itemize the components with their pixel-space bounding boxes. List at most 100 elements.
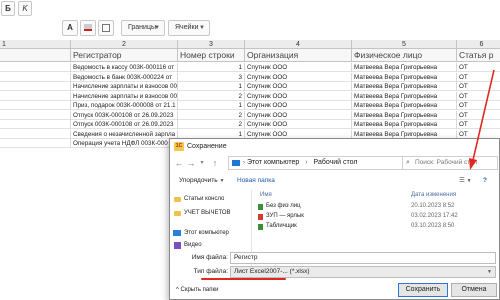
- file-row[interactable]: Табличщик 03.10.2023 8:50: [254, 222, 498, 231]
- dialog-title: Сохранение: [187, 143, 227, 150]
- organization-cell[interactable]: Спутник ООО: [245, 120, 352, 129]
- row-number-cell[interactable]: 1: [178, 82, 245, 91]
- row-gutter-cell[interactable]: [0, 120, 71, 129]
- person-cell[interactable]: Матвеева Вера Григорьевна: [352, 63, 457, 72]
- search-icon: ⌕: [406, 159, 410, 166]
- organization-cell[interactable]: Спутник ООО: [245, 82, 352, 91]
- column-number-4[interactable]: 4: [245, 40, 352, 49]
- column-number-3[interactable]: 3: [178, 40, 245, 49]
- row-number-cell[interactable]: 2: [178, 110, 245, 120]
- filetype-select[interactable]: Лист Excel2007-... (*.xlsx) ▼: [230, 266, 496, 278]
- table-row[interactable]: Ведомость в банк 003К-000224 от 3 Спутник …: [0, 72, 500, 82]
- font-color-button[interactable]: А: [62, 20, 78, 36]
- column-header-date[interactable]: Дата изменения: [411, 190, 456, 201]
- row-number-cell[interactable]: 1: [178, 63, 245, 72]
- registrator-cell[interactable]: Отпуск 003К-000108 от 26.09.2023: [71, 110, 178, 120]
- article-cell[interactable]: ОТ: [457, 101, 500, 110]
- article-cell[interactable]: ОТ: [457, 111, 500, 120]
- italic-button[interactable]: K: [18, 1, 32, 16]
- new-folder-button[interactable]: Новая папка: [237, 174, 275, 188]
- registrator-cell[interactable]: Отпуск 003К-000108 от 26.09.2023: [71, 120, 178, 129]
- bold-button[interactable]: Б: [1, 1, 15, 16]
- table-style-button[interactable]: [98, 20, 114, 36]
- registrator-cell[interactable]: Ведомость в банк 003К-000224 от: [71, 72, 178, 82]
- article-cell[interactable]: ОТ: [457, 120, 500, 129]
- table-row[interactable]: Отпуск 003К-000108 от 26.09.2023 2 Спутник…: [0, 110, 500, 120]
- fill-color-button[interactable]: [80, 20, 96, 36]
- forward-arrow-icon[interactable]: →: [186, 156, 196, 170]
- filename-field[interactable]: Регистр: [230, 252, 496, 264]
- nav-item-articles[interactable]: Статьи консло: [170, 194, 252, 205]
- organization-cell[interactable]: Спутник ООО: [245, 101, 352, 110]
- registrator-cell[interactable]: Ведомость в кассу 003К-000116 от: [71, 63, 178, 72]
- registrator-cell[interactable]: Начисление зарплаты и взносов 00: [71, 91, 178, 101]
- breadcrumb-computer[interactable]: Этот компьютер: [247, 159, 299, 166]
- row-gutter-cell[interactable]: [0, 72, 71, 82]
- article-cell[interactable]: ОТ: [457, 92, 500, 101]
- column-number-5[interactable]: 5: [352, 40, 457, 49]
- row-gutter-cell[interactable]: [0, 91, 71, 101]
- person-cell[interactable]: Матвеева Вера Григорьевна: [352, 82, 457, 91]
- file-row[interactable]: Без физ лиц 20.10.2023 8:52: [254, 202, 498, 211]
- registrator-cell[interactable]: Сведения о незачисленной зарпла: [71, 129, 178, 139]
- header-cell: [0, 49, 71, 62]
- table-row[interactable]: Начисление зарплаты и взносов 00 1 Спутник…: [0, 82, 500, 91]
- organization-cell[interactable]: Спутник ООО: [245, 91, 352, 101]
- back-arrow-icon[interactable]: ←: [174, 156, 184, 170]
- person-cell[interactable]: Матвеева Вера Григорьевна: [352, 110, 457, 120]
- organization-cell[interactable]: Спутник ООО: [245, 110, 352, 120]
- person-cell[interactable]: Матвеева Вера Григорьевна: [352, 101, 457, 110]
- article-cell[interactable]: ОТ: [457, 73, 500, 82]
- row-number-cell[interactable]: 2: [178, 91, 245, 101]
- row-gutter-cell[interactable]: [0, 139, 71, 148]
- help-button[interactable]: ?: [483, 174, 487, 188]
- column-number-1[interactable]: 1: [0, 40, 71, 49]
- registrator-cell[interactable]: Начисление зарплаты и взносов 00: [71, 82, 178, 91]
- organization-cell[interactable]: Спутник ООО: [245, 72, 352, 82]
- person-cell[interactable]: Матвеева Вера Григорьевна: [352, 72, 457, 82]
- row-number-cell[interactable]: 1: [178, 101, 245, 110]
- row-gutter-cell[interactable]: [0, 101, 71, 110]
- row-gutter-cell[interactable]: [0, 63, 71, 72]
- address-bar[interactable]: › Этот компьютер › Рабочий стол ▼ ↻: [228, 156, 426, 170]
- file-row[interactable]: ЗУП — ярлык 03.02.2023 17:42: [254, 212, 498, 221]
- registrator-cell[interactable]: Операция учета НДФЛ 003К-000: [71, 139, 178, 148]
- table-row[interactable]: Ведомость в кассу 003К-000116 от 1 Спутник…: [0, 63, 500, 72]
- person-cell[interactable]: Матвеева Вера Григорьевна: [352, 120, 457, 129]
- search-input[interactable]: ⌕ Поиск: Рабочий стол: [402, 156, 498, 170]
- column-header-name[interactable]: Имя: [260, 190, 272, 201]
- breadcrumb-folder[interactable]: Рабочий стол: [314, 159, 358, 166]
- nav-item-this-pc[interactable]: Этот компьютер: [170, 228, 252, 239]
- table-row[interactable]: Приз, подарок 003К-000008 от 21.1 1 Спутни…: [0, 101, 500, 110]
- table-row[interactable]: Начисление зарплаты и взносов 00 2 Спутник…: [0, 91, 500, 101]
- article-cell[interactable]: ОТ: [457, 63, 500, 72]
- save-button[interactable]: Сохранить: [398, 283, 448, 297]
- row-number-cell[interactable]: 3: [178, 72, 245, 82]
- hide-folders-label: Скрыть папки: [180, 287, 219, 293]
- organization-cell[interactable]: Спутник ООО: [245, 63, 352, 72]
- row-gutter-cell[interactable]: [0, 110, 71, 120]
- nav-item-label: УЧЕТ ВЫЧЕТОВ: [184, 210, 231, 216]
- person-cell[interactable]: Матвеева Вера Григорьевна: [352, 91, 457, 101]
- row-gutter-cell[interactable]: [0, 82, 71, 91]
- registrator-cell[interactable]: Приз, подарок 003К-000008 от 21.1: [71, 101, 178, 110]
- cancel-button[interactable]: Отмена: [451, 283, 497, 297]
- cells-dropdown[interactable]: Ячейки ▼: [168, 20, 210, 36]
- row-number-cell[interactable]: 2: [178, 120, 245, 129]
- view-options-button[interactable]: ☰ ▼: [459, 174, 472, 188]
- article-cell[interactable]: ОТ: [457, 82, 500, 91]
- font-color-icon: А: [67, 23, 73, 32]
- borders-dropdown[interactable]: Границы ▼: [121, 20, 165, 36]
- chevron-down-icon: ▼: [219, 178, 225, 184]
- row-gutter-cell[interactable]: [0, 129, 71, 139]
- header-person: Физическое лицо: [352, 49, 457, 62]
- table-row[interactable]: Отпуск 003К-000108 от 26.09.2023 2 Спутник…: [0, 120, 500, 129]
- hide-folders-toggle[interactable]: ^ Скрыть папки: [176, 284, 218, 296]
- nav-item-video[interactable]: Видео: [170, 240, 252, 251]
- column-number-6[interactable]: 6: [457, 40, 500, 49]
- nav-item-deductions[interactable]: УЧЕТ ВЫЧЕТОВ: [170, 208, 252, 219]
- recent-chevron-icon[interactable]: ▾: [197, 156, 207, 170]
- organize-button[interactable]: Упорядочить ▼: [179, 174, 224, 188]
- up-arrow-icon[interactable]: ↑: [210, 156, 220, 170]
- column-number-2[interactable]: 2: [71, 40, 178, 49]
